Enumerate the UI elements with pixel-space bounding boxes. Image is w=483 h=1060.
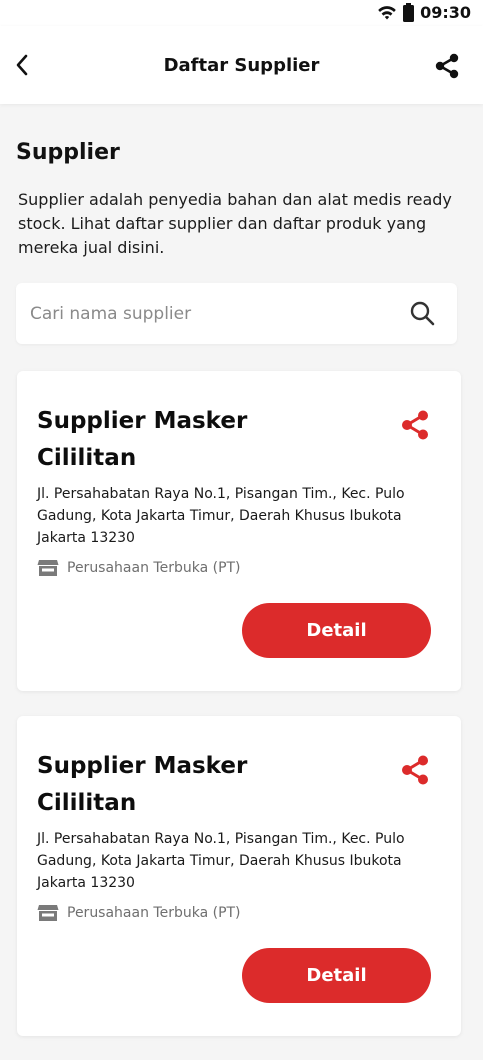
battery-icon: [403, 3, 415, 22]
detail-button[interactable]: Detail: [242, 603, 431, 658]
header-share-button[interactable]: [433, 52, 461, 80]
search-input[interactable]: [30, 283, 400, 344]
share-icon[interactable]: [399, 754, 431, 786]
supplier-name: Supplier Masker Cililitan: [37, 408, 248, 471]
supplier-card[interactable]: Supplier Masker Cililitan Jl. Persahabat…: [17, 371, 461, 691]
search-box[interactable]: [16, 283, 457, 344]
page-title: Daftar Supplier: [163, 55, 320, 76]
supplier-name: Supplier Masker Cililitan: [37, 753, 248, 816]
supplier-address: Jl. Persahabatan Raya No.1, Pisangan Tim…: [37, 831, 405, 891]
section-description: Supplier adalah penyedia bahan dan alat …: [18, 190, 452, 257]
supplier-type-label: Perusahaan Terbuka (PT): [67, 905, 241, 921]
wifi-icon: [378, 5, 396, 19]
store-icon: [37, 905, 59, 921]
store-icon: [37, 560, 59, 576]
status-time: 09:30: [420, 3, 471, 22]
section-title: Supplier: [16, 140, 120, 165]
search-icon[interactable]: [409, 300, 435, 326]
status-icons: 09:30: [377, 3, 471, 22]
supplier-type: Perusahaan Terbuka (PT): [37, 904, 241, 922]
detail-button[interactable]: Detail: [242, 948, 431, 1003]
supplier-card[interactable]: Supplier Masker Cililitan Jl. Persahabat…: [17, 716, 461, 1036]
supplier-type-label: Perusahaan Terbuka (PT): [67, 560, 241, 576]
app-header: Daftar Supplier: [0, 26, 483, 104]
share-icon[interactable]: [399, 409, 431, 441]
share-icon: [435, 53, 459, 79]
supplier-type: Perusahaan Terbuka (PT): [37, 559, 241, 577]
status-bar: 09:30: [0, 0, 483, 26]
supplier-address: Jl. Persahabatan Raya No.1, Pisangan Tim…: [37, 486, 405, 546]
